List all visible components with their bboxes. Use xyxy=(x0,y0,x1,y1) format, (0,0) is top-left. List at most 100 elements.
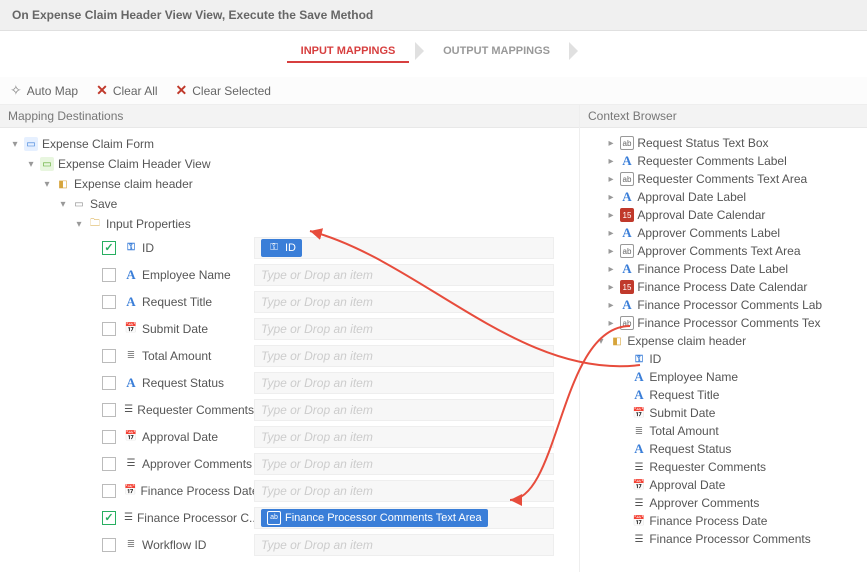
drop-field[interactable]: Type or Drop an item xyxy=(254,480,554,502)
context-browser-panel: Context Browser ▸ab Request Status Text … xyxy=(580,105,867,572)
ctx-item[interactable]: ☰ Approver Comments xyxy=(586,494,861,512)
placeholder: Type or Drop an item xyxy=(261,430,373,444)
key-icon: ⚿ xyxy=(267,241,281,255)
ctx-item[interactable]: ▸A Finance Process Date Label xyxy=(586,260,861,278)
tab-separator xyxy=(569,42,578,60)
ctx-label: Approver Comments xyxy=(649,496,759,510)
toggle-icon[interactable]: ▸ xyxy=(606,282,616,293)
checkbox[interactable] xyxy=(102,349,116,363)
ctx-item[interactable]: ☰ Finance Processor Comments xyxy=(586,530,861,548)
ctx-item[interactable]: ▸A Approver Comments Label xyxy=(586,224,861,242)
toggle-icon[interactable]: ▸ xyxy=(606,246,616,257)
prop-label: ID xyxy=(142,241,154,255)
drop-field[interactable]: Type or Drop an item xyxy=(254,345,554,367)
clear-all-button[interactable]: ✕ Clear All xyxy=(96,82,157,99)
ctx-item-id[interactable]: ⚿ ID xyxy=(586,350,861,368)
checkbox[interactable] xyxy=(102,376,116,390)
tab-output-mappings[interactable]: OUTPUT MAPPINGS xyxy=(429,41,564,61)
dialog-header: On Expense Claim Header View View, Execu… xyxy=(0,0,867,31)
toggle-icon[interactable]: ▸ xyxy=(606,156,616,167)
tree-node-inputprops[interactable]: ▾ 🗀 Input Properties xyxy=(6,214,573,234)
drop-field[interactable]: Type or Drop an item xyxy=(254,453,554,475)
checkbox-fpc[interactable] xyxy=(102,511,116,525)
x-icon: ✕ xyxy=(96,82,108,99)
tree-node-save[interactable]: ▾ ▭ Save xyxy=(6,194,573,214)
ctx-node-header[interactable]: ▾ ◧ Expense claim header xyxy=(586,332,861,350)
checkbox[interactable] xyxy=(102,430,116,444)
toggle-icon[interactable]: ▾ xyxy=(58,199,68,210)
checkbox[interactable] xyxy=(102,457,116,471)
clear-selected-button[interactable]: ✕ Clear Selected xyxy=(176,82,271,99)
calendar-icon: 📅 xyxy=(632,514,646,528)
ctx-item[interactable]: ≣ Total Amount xyxy=(586,422,861,440)
toggle-icon[interactable]: ▾ xyxy=(26,159,36,170)
checkbox[interactable] xyxy=(102,295,116,309)
cube-icon: ◧ xyxy=(610,334,624,348)
ctx-item[interactable]: ▸15 Approval Date Calendar xyxy=(586,206,861,224)
auto-map-button[interactable]: ✧ Auto Map xyxy=(10,82,78,99)
ctx-item[interactable]: 📅 Submit Date xyxy=(586,404,861,422)
ctx-label: Expense claim header xyxy=(627,334,746,348)
dialog-title: On Expense Claim Header View View, Execu… xyxy=(12,8,373,22)
ctx-label: Approval Date xyxy=(649,478,725,492)
prop-label: Employee Name xyxy=(142,268,231,282)
drop-field[interactable]: Type or Drop an item xyxy=(254,264,554,286)
wand-icon: ✧ xyxy=(10,82,22,99)
toggle-icon[interactable]: ▾ xyxy=(74,219,84,230)
checkbox[interactable] xyxy=(102,268,116,282)
ctx-item[interactable]: A Employee Name xyxy=(586,368,861,386)
ctx-label: Submit Date xyxy=(649,406,715,420)
ctx-item[interactable]: ▸A Requester Comments Label xyxy=(586,152,861,170)
toggle-icon[interactable]: ▸ xyxy=(606,192,616,203)
ctx-item[interactable]: ▸15 Finance Process Date Calendar xyxy=(586,278,861,296)
chip-fpc[interactable]: abFinance Processor Comments Text Area xyxy=(261,509,488,527)
tab-input-mappings[interactable]: INPUT MAPPINGS xyxy=(287,41,410,63)
toggle-icon[interactable]: ▸ xyxy=(606,228,616,239)
panel-title-right: Context Browser xyxy=(580,105,867,128)
drop-field-fpc[interactable]: abFinance Processor Comments Text Area xyxy=(254,507,554,529)
toggle-icon[interactable]: ▸ xyxy=(606,138,616,149)
memo-icon: ☰ xyxy=(632,460,646,474)
checkbox-id[interactable] xyxy=(102,241,116,255)
checkbox[interactable] xyxy=(102,322,116,336)
ctx-label: Requester Comments xyxy=(649,460,766,474)
prop-row-fpd: 📅Finance Process Date Type or Drop an it… xyxy=(6,477,573,504)
ctx-item[interactable]: ▸A Approval Date Label xyxy=(586,188,861,206)
ctx-item[interactable]: ▸ab Approver Comments Text Area xyxy=(586,242,861,260)
drop-field[interactable]: Type or Drop an item xyxy=(254,534,554,556)
drop-field[interactable]: Type or Drop an item xyxy=(254,372,554,394)
ctx-item[interactable]: ▸ab Finance Processor Comments Tex xyxy=(586,314,861,332)
checkbox[interactable] xyxy=(102,538,116,552)
chip-id[interactable]: ⚿ID xyxy=(261,239,302,257)
ctx-item[interactable]: ▸ab Request Status Text Box xyxy=(586,134,861,152)
ctx-item[interactable]: A Request Title xyxy=(586,386,861,404)
toggle-icon[interactable]: ▸ xyxy=(606,318,616,329)
checkbox[interactable] xyxy=(102,403,116,417)
ctx-item[interactable]: 📅 Approval Date xyxy=(586,476,861,494)
tree-node-header[interactable]: ▾ ◧ Expense claim header xyxy=(6,174,573,194)
toggle-icon[interactable]: ▸ xyxy=(606,210,616,221)
ctx-item[interactable]: 📅 Finance Process Date xyxy=(586,512,861,530)
toggle-icon[interactable]: ▾ xyxy=(42,179,52,190)
drop-field[interactable]: Type or Drop an item xyxy=(254,426,554,448)
ctx-item[interactable]: ▸ab Requester Comments Text Area xyxy=(586,170,861,188)
toggle-icon[interactable]: ▸ xyxy=(606,300,616,311)
ctx-item[interactable]: A Request Status xyxy=(586,440,861,458)
tree-node-view[interactable]: ▾ ▭ Expense Claim Header View xyxy=(6,154,573,174)
ctx-item[interactable]: ☰ Requester Comments xyxy=(586,458,861,476)
text-icon: A xyxy=(632,370,646,384)
toggle-icon[interactable]: ▾ xyxy=(10,139,20,150)
ctx-item[interactable]: ▸A Finance Processor Comments Lab xyxy=(586,296,861,314)
toggle-icon[interactable]: ▸ xyxy=(606,264,616,275)
toolbar: ✧ Auto Map ✕ Clear All ✕ Clear Selected xyxy=(0,77,867,105)
tree-node-form[interactable]: ▾ ▭ Expense Claim Form xyxy=(6,134,573,154)
ctx-label: Total Amount xyxy=(649,424,718,438)
drop-field[interactable]: Type or Drop an item xyxy=(254,399,554,421)
drop-field[interactable]: Type or Drop an item xyxy=(254,318,554,340)
drop-field[interactable]: Type or Drop an item xyxy=(254,291,554,313)
drop-field-id[interactable]: ⚿ID xyxy=(254,237,554,259)
number-icon: ≣ xyxy=(124,349,138,363)
toggle-icon[interactable]: ▾ xyxy=(596,336,606,347)
checkbox[interactable] xyxy=(102,484,116,498)
toggle-icon[interactable]: ▸ xyxy=(606,174,616,185)
